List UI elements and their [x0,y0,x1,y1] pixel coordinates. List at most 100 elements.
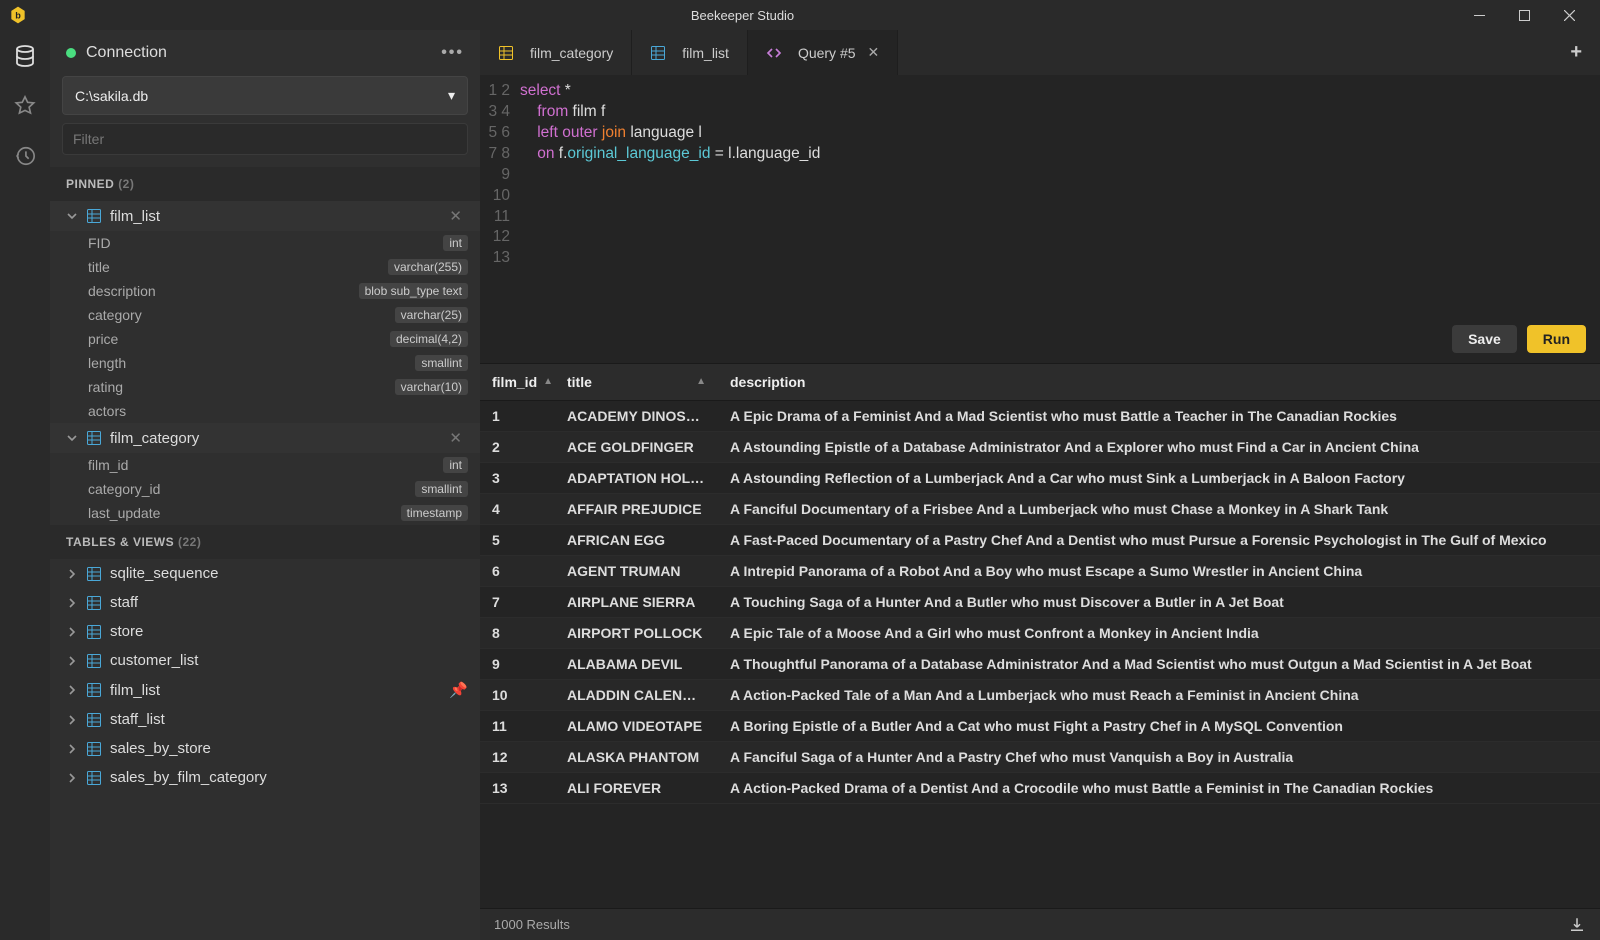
tab-bar: film_category film_listQuery #5✕ + [480,30,1600,75]
save-button[interactable]: Save [1452,325,1517,353]
column-film_id[interactable]: film_idint [50,453,480,477]
table-item-staff[interactable]: staff [50,588,480,617]
cell-title: ALI FOREVER [555,773,718,803]
database-icon[interactable] [11,42,39,70]
filter-input[interactable] [62,123,468,155]
status-bar: 1000 Results [480,908,1600,940]
pinned-table-film_list[interactable]: film_list✕ [50,201,480,231]
result-row[interactable]: 7AIRPLANE SIERRAA Touching Saga of a Hun… [480,587,1600,618]
cell-title: ADAPTATION HOLES [555,463,718,493]
cell-title: AFRICAN EGG [555,525,718,555]
column-rating[interactable]: ratingvarchar(10) [50,375,480,399]
table-name: staff [110,594,468,611]
column-type: blob sub_type text [359,283,468,299]
table-item-sqlite_sequence[interactable]: sqlite_sequence [50,559,480,588]
cell-title: AGENT TRUMAN [555,556,718,586]
cell-title: AFFAIR PREJUDICE [555,494,718,524]
connection-label: Connection [86,44,167,62]
cell-description: A Fanciful Saga of a Hunter And a Pastry… [718,742,1600,772]
column-name: price [88,331,390,347]
column-FID[interactable]: FIDint [50,231,480,255]
result-row[interactable]: 12ALASKA PHANTOMA Fanciful Saga of a Hun… [480,742,1600,773]
table-icon [86,595,102,611]
content-area: film_category film_listQuery #5✕ + 1 2 3 … [480,30,1600,940]
tab-film-list[interactable]: film_list [632,30,748,75]
cell-film-id: 11 [480,711,555,741]
result-row[interactable]: 4AFFAIR PREJUDICEA Fanciful Documentary … [480,494,1600,525]
table-item-film_list[interactable]: film_list📌 [50,675,480,705]
connection-menu-button[interactable]: ••• [441,44,464,62]
column-header-film-id[interactable]: film_id▲ [480,364,555,400]
result-row[interactable]: 6AGENT TRUMANA Intrepid Panorama of a Ro… [480,556,1600,587]
cell-title: ALADDIN CALENDAR [555,680,718,710]
cell-film-id: 6 [480,556,555,586]
pinned-table-film_category[interactable]: film_category✕ [50,423,480,453]
new-tab-button[interactable]: + [1552,41,1600,64]
result-row[interactable]: 8AIRPORT POLLOCKA Epic Tale of a Moose A… [480,618,1600,649]
column-price[interactable]: pricedecimal(4,2) [50,327,480,351]
cell-film-id: 8 [480,618,555,648]
table-item-staff_list[interactable]: staff_list [50,705,480,734]
column-header-description[interactable]: description [718,364,1600,400]
column-category_id[interactable]: category_idsmallint [50,477,480,501]
result-row[interactable]: 1ACADEMY DINOSAURA Epic Drama of a Femin… [480,401,1600,432]
column-category[interactable]: categoryvarchar(25) [50,303,480,327]
table-name: film_list [110,682,445,699]
app-title: Beekeeper Studio [691,8,794,23]
cell-film-id: 4 [480,494,555,524]
cell-description: A Intrepid Panorama of a Robot And a Boy… [718,556,1600,586]
column-length[interactable]: lengthsmallint [50,351,480,375]
svg-text:b: b [15,10,21,20]
chevron-right-icon [66,568,80,580]
tab-close-button[interactable]: ✕ [868,44,880,61]
result-row[interactable]: 2ACE GOLDFINGERA Astounding Epistle of a… [480,432,1600,463]
chevron-right-icon [66,772,80,784]
tab-label: film_category [530,45,613,61]
run-button[interactable]: Run [1527,325,1586,353]
column-type: int [443,457,468,473]
column-type: int [443,235,468,251]
tab-query-5[interactable]: Query #5✕ [748,30,898,75]
column-description[interactable]: descriptionblob sub_type text [50,279,480,303]
table-icon [86,682,102,698]
sql-editor[interactable]: 1 2 3 4 5 6 7 8 9 10 11 12 13 select * f… [480,75,1600,359]
cell-film-id: 13 [480,773,555,803]
unpin-button[interactable]: ✕ [443,429,468,447]
column-header-title[interactable]: title▲ [555,364,718,400]
result-row[interactable]: 10ALADDIN CALENDARA Action-Packed Tale o… [480,680,1600,711]
chevron-right-icon [66,743,80,755]
result-row[interactable]: 5AFRICAN EGGA Fast-Paced Documentary of … [480,525,1600,556]
cell-title: AIRPORT POLLOCK [555,618,718,648]
result-row[interactable]: 13ALI FOREVERA Action-Packed Drama of a … [480,773,1600,804]
table-item-sales_by_store[interactable]: sales_by_store [50,734,480,763]
cell-description: A Thoughtful Panorama of a Database Admi… [718,649,1600,679]
chevron-right-icon [66,655,80,667]
history-icon[interactable] [11,142,39,170]
column-actors[interactable]: actors [50,399,480,423]
table-item-customer_list[interactable]: customer_list [50,646,480,675]
tab-film-category[interactable]: film_category [480,30,632,75]
unpin-button[interactable]: ✕ [443,207,468,225]
download-icon[interactable] [1568,916,1586,934]
close-button[interactable] [1547,0,1592,30]
result-row[interactable]: 11ALAMO VIDEOTAPEA Boring Epistle of a B… [480,711,1600,742]
result-row[interactable]: 9ALABAMA DEVILA Thoughtful Panorama of a… [480,649,1600,680]
maximize-button[interactable] [1502,0,1547,30]
cell-description: A Touching Saga of a Hunter And a Butler… [718,587,1600,617]
result-row[interactable]: 3ADAPTATION HOLESA Astounding Reflection… [480,463,1600,494]
sort-icon: ▲ [696,376,706,387]
table-name: store [110,623,468,640]
column-type: smallint [415,481,468,497]
minimize-button[interactable] [1457,0,1502,30]
database-selector[interactable]: C:\sakila.db ▾ [62,76,468,115]
column-last_update[interactable]: last_updatetimestamp [50,501,480,525]
column-title[interactable]: titlevarchar(255) [50,255,480,279]
chevron-right-icon [66,626,80,638]
table-icon [86,741,102,757]
star-icon[interactable] [11,92,39,120]
cell-film-id: 7 [480,587,555,617]
table-item-sales_by_film_category[interactable]: sales_by_film_category [50,763,480,792]
cell-film-id: 12 [480,742,555,772]
results-grid[interactable]: 1ACADEMY DINOSAURA Epic Drama of a Femin… [480,401,1600,908]
table-item-store[interactable]: store [50,617,480,646]
